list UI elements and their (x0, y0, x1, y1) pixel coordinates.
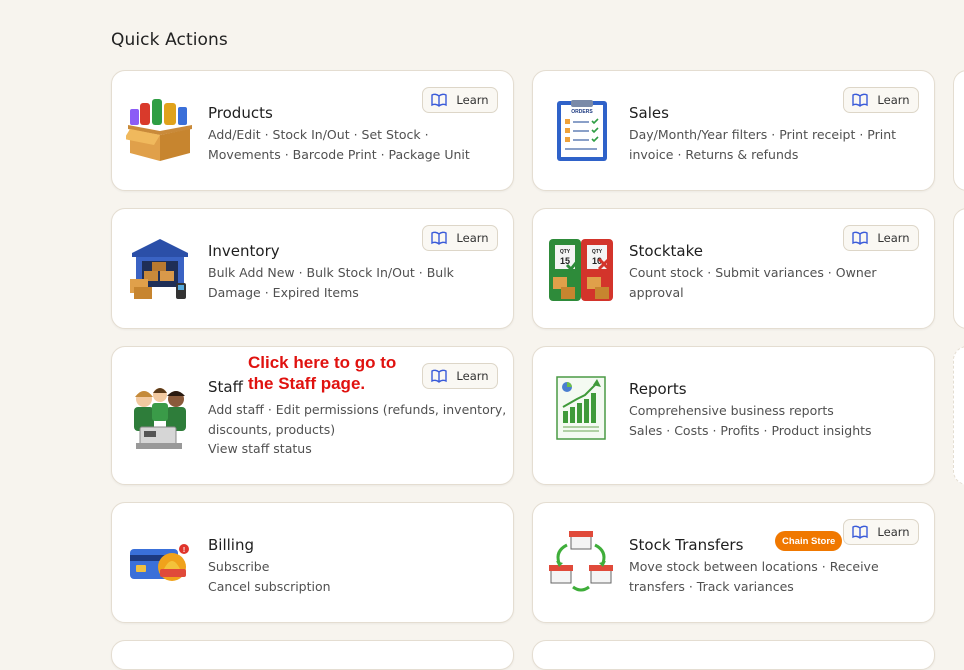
desc-line: Subscribe (208, 559, 270, 574)
page-title: Quick Actions (111, 30, 228, 50)
learn-button[interactable]: Learn (843, 519, 919, 545)
card-description: Add/Edit · Stock In/Out · Set Stock · Mo… (208, 125, 508, 164)
learn-label: Learn (456, 369, 489, 383)
desc-line: Move stock between locations · Receive (629, 559, 879, 574)
desc-line: invoice · Returns & refunds (629, 146, 799, 162)
desc-line: Bulk Add New · Bulk Stock In/Out · Bulk (208, 265, 454, 280)
learn-label: Learn (456, 231, 489, 245)
card-title: Staff (208, 378, 243, 396)
desc-line: discounts, products) (208, 421, 336, 437)
card-description: Add staff · Edit permissions (refunds, i… (208, 400, 508, 459)
card-description: Subscribe Cancel subscription (208, 557, 508, 596)
card-description: Bulk Add New · Bulk Stock In/Out · Bulk … (208, 263, 508, 302)
warehouse-icon (126, 235, 194, 303)
card-partial-right[interactable] (953, 208, 964, 329)
desc-line: Sales · Costs · Profits · Product insigh… (629, 422, 872, 438)
svg-text:!: ! (183, 547, 185, 554)
card-description: Count stock · Submit variances · Owner a… (629, 263, 929, 302)
card-partial-bottom[interactable] (532, 640, 935, 670)
desc-line: Add/Edit · Stock In/Out · Set Stock · (208, 127, 429, 142)
book-icon (852, 525, 869, 539)
card-title: Stocktake (629, 242, 703, 260)
learn-label: Learn (877, 93, 910, 107)
staff-annotation: Click here to go to the Staff page. (248, 352, 396, 394)
desc-line: Day/Month/Year filters · Print receipt ·… (629, 127, 897, 142)
card-description: Comprehensive business reports Sales · C… (629, 401, 929, 440)
book-icon (431, 369, 448, 383)
card-title: Reports (629, 380, 687, 398)
book-icon (431, 93, 448, 107)
learn-button[interactable]: Learn (843, 225, 919, 251)
learn-label: Learn (456, 93, 489, 107)
qty-label: QTY (592, 249, 603, 255)
desc-line: Cancel subscription (208, 578, 331, 594)
stock-transfer-icon (547, 527, 615, 595)
card-reports[interactable]: Reports Comprehensive business reports S… (532, 346, 935, 485)
card-partial-bottom[interactable] (111, 640, 514, 670)
annotation-line: Click here to go to (248, 353, 397, 372)
book-icon (852, 231, 869, 245)
reports-icon (547, 373, 615, 441)
learn-label: Learn (877, 231, 910, 245)
staff-icon (126, 385, 194, 453)
card-partial-right[interactable] (953, 70, 964, 191)
card-stock-transfers[interactable]: Stock Transfers Chain Store Move stock b… (532, 502, 935, 623)
card-products[interactable]: Products Add/Edit · Stock In/Out · Set S… (111, 70, 514, 191)
card-title: Inventory (208, 242, 280, 260)
desc-line: Count stock · Submit variances · Owner (629, 265, 877, 280)
desc-line: Comprehensive business reports (629, 403, 834, 418)
billing-card-icon: ! (126, 531, 194, 599)
card-billing[interactable]: ! Billing Subscribe Cancel subscription (111, 502, 514, 623)
sales-orders-icon: ORDERS (547, 95, 615, 163)
products-icon (124, 95, 194, 163)
learn-button[interactable]: Learn (843, 87, 919, 113)
card-title: Products (208, 104, 273, 122)
orders-label: ORDERS (571, 109, 593, 115)
desc-line: transfers · Track variances (629, 578, 794, 594)
qty-label: QTY (560, 249, 571, 255)
card-title: Billing (208, 536, 254, 554)
card-sales[interactable]: ORDERS Sales Day/Month/Year filters · Pr… (532, 70, 935, 191)
card-description: Day/Month/Year filters · Print receipt ·… (629, 125, 929, 164)
chain-store-badge: Chain Store (775, 531, 843, 551)
desc-line: View staff status (208, 441, 312, 456)
book-icon (431, 231, 448, 245)
card-title: Sales (629, 104, 669, 122)
learn-button[interactable]: Learn (422, 87, 498, 113)
annotation-line: the Staff page. (248, 374, 366, 393)
learn-button[interactable]: Learn (422, 225, 498, 251)
card-partial-right[interactable] (953, 346, 964, 485)
card-description: Move stock between locations · Receive t… (629, 557, 929, 596)
desc-line: approval (629, 284, 684, 300)
book-icon (852, 93, 869, 107)
learn-button[interactable]: Learn (422, 363, 498, 389)
card-stocktake[interactable]: QTY 15 QTY 10 Stocktake Count stock · Su… (532, 208, 935, 329)
card-title: Stock Transfers (629, 536, 744, 554)
stocktake-icon: QTY 15 QTY 10 (547, 237, 615, 305)
card-inventory[interactable]: Inventory Bulk Add New · Bulk Stock In/O… (111, 208, 514, 329)
desc-line: Movements · Barcode Print · Package Unit (208, 146, 470, 162)
desc-line: Add staff · Edit permissions (refunds, i… (208, 402, 507, 417)
learn-label: Learn (877, 525, 910, 539)
desc-line: Damage · Expired Items (208, 284, 359, 300)
